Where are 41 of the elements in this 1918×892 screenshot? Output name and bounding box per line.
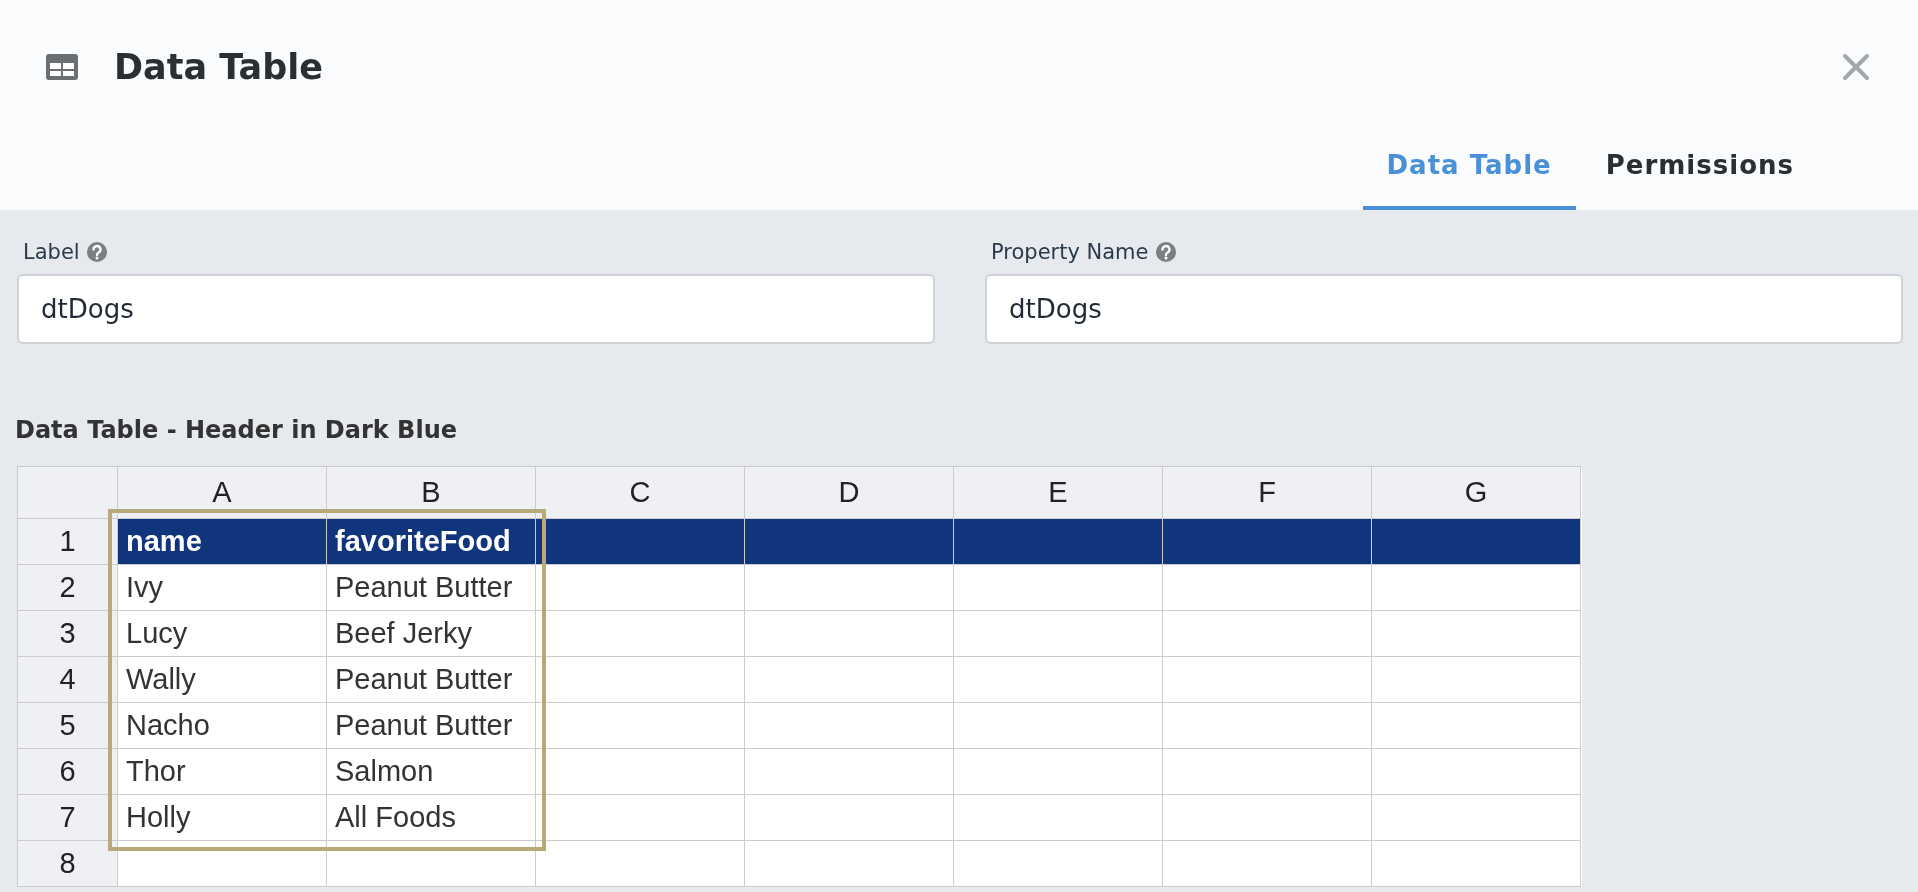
row-header[interactable]: 1 — [18, 519, 118, 565]
header-cell: name — [118, 519, 327, 565]
table-icon — [46, 54, 78, 80]
table-cell: All Foods — [327, 795, 536, 841]
table-cell: Peanut Butter — [327, 565, 536, 611]
column-header[interactable]: B — [327, 467, 536, 519]
column-header[interactable]: D — [745, 467, 954, 519]
row-header[interactable]: 2 — [18, 565, 118, 611]
table-cell: Ivy — [118, 565, 327, 611]
header-cell: favoriteFood — [327, 519, 536, 565]
input-field[interactable]: dtDogs — [17, 274, 935, 344]
table-cell: Lucy — [118, 611, 327, 657]
window-title: Data Table — [114, 47, 324, 87]
column-header[interactable]: F — [1163, 467, 1372, 519]
table-cell: Wally — [118, 657, 327, 703]
table-cell: Nacho — [118, 703, 327, 749]
table-cell: Peanut Butter — [327, 657, 536, 703]
table-cell: Salmon — [327, 749, 536, 795]
column-header[interactable]: E — [954, 467, 1163, 519]
column-header[interactable]: A — [118, 467, 327, 519]
row-header[interactable]: 5 — [18, 703, 118, 749]
row-header[interactable]: 7 — [18, 795, 118, 841]
row-header[interactable]: 3 — [18, 611, 118, 657]
input-field[interactable]: dtDogs — [985, 274, 1903, 344]
help-icon[interactable] — [1154, 241, 1177, 263]
table-cell: Thor — [118, 749, 327, 795]
table-cell: Beef Jerky — [327, 611, 536, 657]
column-header[interactable]: C — [536, 467, 745, 519]
row-header[interactable]: 8 — [18, 841, 118, 887]
table-caption: Data Table - Header in Dark Blue — [14, 415, 458, 444]
help-icon[interactable] — [85, 241, 108, 263]
close-icon[interactable] — [1842, 53, 1870, 81]
table-cell: Peanut Butter — [327, 703, 536, 749]
tab[interactable]: Permissions — [1581, 150, 1818, 210]
field-label: Label — [23, 240, 80, 264]
field-label: Property Name — [991, 240, 1149, 264]
table-cell: Holly — [118, 795, 327, 841]
row-header[interactable]: 6 — [18, 749, 118, 795]
corner-cell[interactable] — [18, 467, 118, 519]
row-header[interactable]: 4 — [18, 657, 118, 703]
column-header[interactable]: G — [1372, 467, 1581, 519]
